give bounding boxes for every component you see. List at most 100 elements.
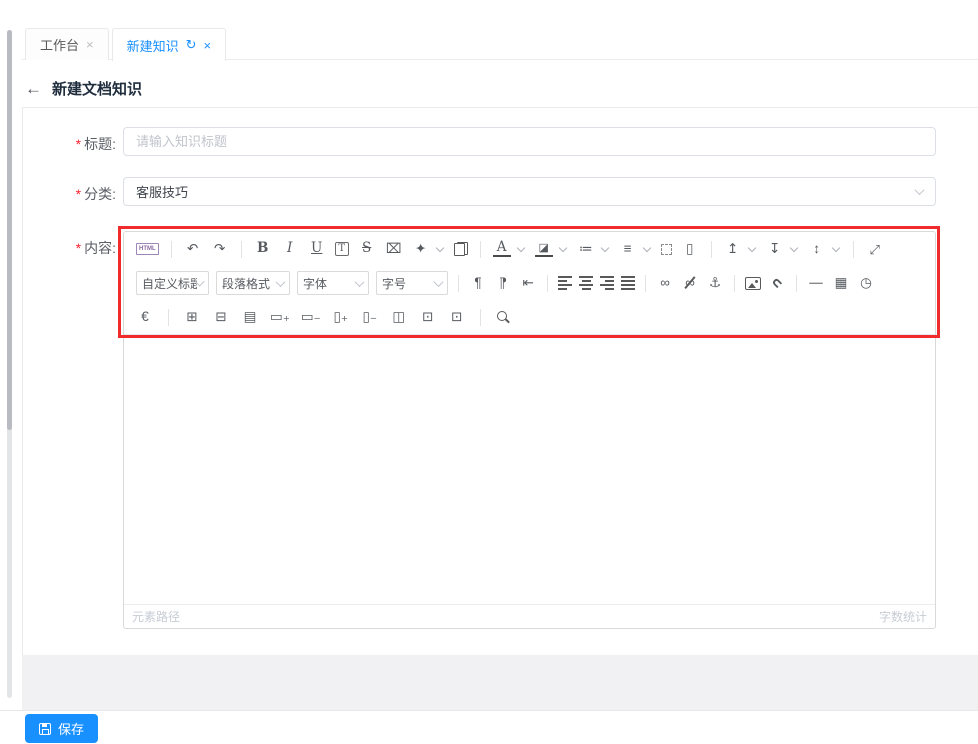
- title-label: *标题:: [23, 134, 116, 154]
- link-icon[interactable]: ∞: [656, 273, 674, 293]
- toolbar-row-1: HTML ↶ ↷ BIUTS ⌧ ✦ A ◪ ≔ ≡ ▯ ↥ ↧ ↕ ⤢: [124, 232, 935, 266]
- required-mark: *: [76, 186, 81, 202]
- custom-heading-select[interactable]: 自定义标题: [136, 271, 209, 295]
- tab-label: 新建知识: [127, 36, 179, 55]
- caret-down-icon[interactable]: [559, 240, 568, 258]
- page-header: ← 新建文档知识: [25, 78, 142, 99]
- save-button[interactable]: 保存: [25, 714, 98, 743]
- editor-toolbar: HTML ↶ ↷ BIUTS ⌧ ✦ A ◪ ≔ ≡ ▯ ↥ ↧ ↕ ⤢ 自定义标题 段落格式 字体 字号: [124, 232, 935, 335]
- horizontal-rule-icon[interactable]: —: [807, 273, 825, 293]
- toolbar-divider: [171, 241, 172, 258]
- category-select[interactable]: 客服技巧: [123, 177, 936, 206]
- font-family-select[interactable]: 字体: [297, 271, 369, 295]
- align-center-icon[interactable]: [579, 276, 593, 290]
- font-size-select[interactable]: 字号: [376, 271, 448, 295]
- toolbar-divider: [711, 241, 712, 258]
- chevron-down-icon: [434, 277, 444, 287]
- required-mark: *: [76, 136, 81, 152]
- table-header-icon[interactable]: ▤: [241, 307, 259, 327]
- anchor-icon[interactable]: ⚓: [706, 273, 724, 293]
- caret-down-icon[interactable]: [748, 240, 757, 258]
- tab-new-knowledge[interactable]: 新建知识 ↻ ×: [112, 28, 227, 61]
- attachment-icon[interactable]: ∪: [764, 270, 791, 297]
- caret-down-icon[interactable]: [517, 240, 526, 258]
- chevron-down-icon: [276, 277, 286, 287]
- toolbar-row-2: 自定义标题 段落格式 字体 字号 ¶ ¶ ⇤ ∞ ∞ ⚓ ∪ — ▦ ◷: [124, 266, 935, 300]
- word-count-label: 字数统计: [879, 608, 927, 625]
- editor-status-bar: 元素路径 字数统计: [124, 604, 935, 628]
- toolbar-divider: [796, 275, 797, 292]
- insert-row-icon[interactable]: ▭₊: [270, 307, 290, 327]
- time-icon[interactable]: ◷: [857, 273, 875, 293]
- ltr-paragraph-icon[interactable]: ¶: [469, 273, 487, 293]
- rich-text-editor: HTML ↶ ↷ BIUTS ⌧ ✦ A ◪ ≔ ≡ ▯ ↥ ↧ ↕ ⤢ 自定义标题 段落格式 字体 字号: [123, 231, 936, 629]
- undo-icon[interactable]: ↶: [184, 239, 202, 259]
- font-color-icon[interactable]: A: [493, 241, 511, 257]
- category-value: 客服技巧: [136, 182, 188, 201]
- caret-down-icon[interactable]: [643, 240, 652, 258]
- redo-icon[interactable]: ↷: [211, 239, 229, 259]
- blank-page-icon[interactable]: ▯: [681, 239, 699, 259]
- align-left-icon[interactable]: [558, 276, 572, 290]
- special-char-icon[interactable]: €: [136, 307, 154, 327]
- paragraph-space-before-icon[interactable]: ↥: [724, 239, 742, 259]
- ordered-list-icon[interactable]: ≔: [577, 239, 595, 259]
- toolbar-row-3: € ⊞ ⊟ ▤ ▭₊ ▭₋ ▯₊ ▯₋ ◫ ⊡ ⊡: [124, 300, 935, 334]
- category-label: *分类:: [23, 184, 116, 204]
- bold-icon[interactable]: B: [254, 239, 272, 259]
- align-justify-icon[interactable]: [621, 276, 635, 290]
- insert-image-icon[interactable]: [745, 277, 761, 290]
- title-input[interactable]: [123, 127, 936, 156]
- toolbar-divider: [480, 309, 481, 326]
- back-arrow-icon[interactable]: ←: [25, 79, 42, 99]
- line-height-icon[interactable]: ↕: [808, 239, 826, 259]
- form-card: *标题: *分类: 客服技巧 *内容: HTML ↶ ↷ BIUTS ⌧ ✦ A ◪ ≔ ≡ ▯ ↥ ↧…: [22, 107, 978, 655]
- dashed-border-icon[interactable]: [661, 244, 672, 255]
- split-cell-icon[interactable]: ◫: [390, 307, 408, 327]
- refresh-icon[interactable]: ↻: [186, 37, 197, 53]
- html-source-icon[interactable]: HTML: [136, 243, 159, 255]
- search-replace-icon[interactable]: [495, 310, 511, 325]
- save-icon: [39, 723, 51, 735]
- toolbar-divider: [458, 275, 459, 292]
- delete-column-icon[interactable]: ▯₋: [361, 307, 379, 327]
- left-scrollbar[interactable]: [7, 30, 12, 698]
- unlink-icon[interactable]: ∞: [681, 273, 699, 293]
- element-path-label: 元素路径: [132, 608, 180, 625]
- close-icon[interactable]: ×: [86, 37, 94, 52]
- delete-table-icon[interactable]: ⊟: [212, 307, 230, 327]
- caret-down-icon[interactable]: [601, 240, 610, 258]
- unordered-list-icon[interactable]: ≡: [619, 239, 637, 259]
- underline-icon[interactable]: U: [308, 239, 326, 259]
- content-label: *内容:: [23, 238, 116, 258]
- caret-down-icon[interactable]: [436, 240, 445, 258]
- paragraph-format-select[interactable]: 段落格式: [216, 271, 290, 295]
- editor-content-area[interactable]: [124, 335, 935, 603]
- date-icon[interactable]: ▦: [832, 273, 850, 293]
- align-right-icon[interactable]: [600, 276, 614, 290]
- footer-bar: [0, 711, 978, 744]
- caret-down-icon[interactable]: [790, 240, 799, 258]
- insert-table-icon[interactable]: ⊞: [183, 307, 201, 327]
- strikethrough-icon[interactable]: S: [358, 239, 376, 259]
- caret-down-icon[interactable]: [832, 240, 841, 258]
- paragraph-space-after-icon[interactable]: ↧: [766, 239, 784, 259]
- autotypeset-icon[interactable]: ✦: [412, 239, 430, 259]
- first-line-indent-icon[interactable]: ⇤: [519, 273, 537, 293]
- background-color-icon[interactable]: ◪: [535, 242, 553, 257]
- toolbar-divider: [734, 275, 735, 292]
- format-eraser-icon[interactable]: ⌧: [385, 239, 403, 259]
- text-box-icon[interactable]: T: [335, 242, 349, 256]
- scrollbar-thumb[interactable]: [7, 30, 12, 430]
- fullscreen-icon[interactable]: ⤢: [866, 239, 884, 259]
- close-icon[interactable]: ×: [204, 38, 212, 53]
- merge-down-icon[interactable]: ⊡: [448, 307, 466, 327]
- italic-icon[interactable]: I: [281, 239, 299, 259]
- paste-icon[interactable]: [454, 242, 468, 256]
- rtl-paragraph-icon[interactable]: ¶: [494, 273, 512, 293]
- delete-row-icon[interactable]: ▭₋: [301, 307, 321, 327]
- tab-workbench[interactable]: 工作台 ×: [25, 28, 109, 60]
- toolbar-divider: [168, 309, 169, 326]
- merge-right-icon[interactable]: ⊡: [419, 307, 437, 327]
- insert-column-icon[interactable]: ▯₊: [332, 307, 350, 327]
